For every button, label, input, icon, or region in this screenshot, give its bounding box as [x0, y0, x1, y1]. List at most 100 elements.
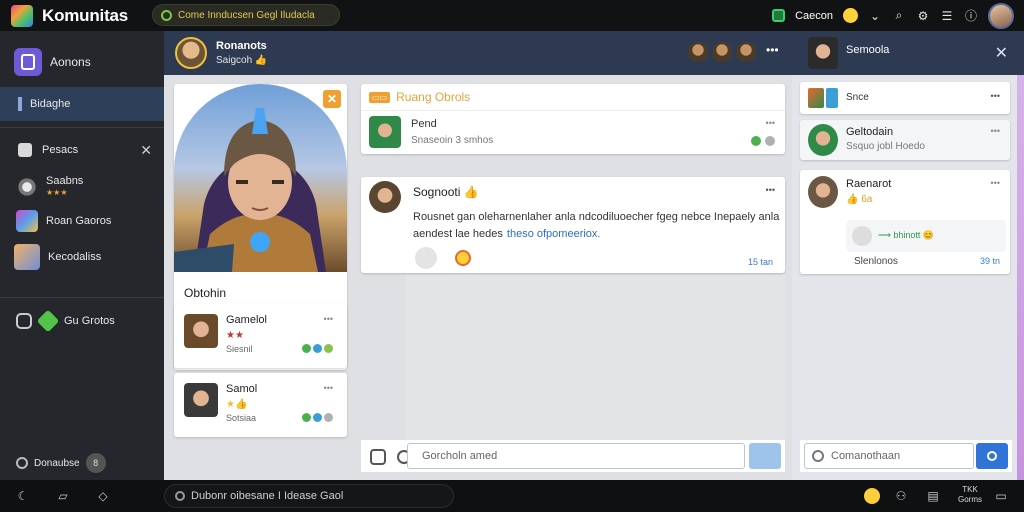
close-button[interactable]: ✕: [323, 90, 341, 108]
right-item[interactable]: Geltodain Ssquo jobl Hoedo •••: [800, 120, 1010, 160]
divider: [0, 297, 164, 298]
sidebar-item-saabns[interactable]: Saabns ★★★: [0, 171, 164, 203]
right-row-label: Snce: [846, 92, 869, 103]
sidebar-item-label: Roan Gaoros: [46, 215, 112, 227]
more-icon[interactable]: •••: [766, 185, 775, 195]
character-name: Samol: [226, 383, 258, 395]
chevron-down-icon[interactable]: ⌄: [868, 9, 882, 23]
right-item-sub: Ssquo jobl Hoedo: [846, 141, 925, 152]
attach-icon[interactable]: [370, 449, 386, 465]
sidebar-item-label: Gu Grotos: [64, 315, 115, 327]
search-icon: [175, 491, 185, 501]
right-item-badge: 👍 6a: [846, 194, 873, 205]
avatar[interactable]: [175, 37, 207, 69]
avatar: [808, 176, 838, 208]
sidebar-item-gu-grotos[interactable]: Gu Grotos: [0, 307, 164, 335]
more-icon[interactable]: •••: [324, 314, 333, 324]
more-icon[interactable]: •••: [991, 178, 1000, 188]
thread-area: [405, 275, 785, 440]
diamond-icon[interactable]: ◇: [96, 489, 110, 503]
leaf-icon: [36, 309, 60, 333]
emoji-icon[interactable]: [864, 488, 880, 504]
sidebar-footer[interactable]: Donaubse 8: [0, 451, 164, 475]
app-square-icon: [14, 48, 42, 76]
room-title: Ruang Obrols: [396, 90, 471, 104]
emoji-icon[interactable]: [843, 8, 858, 23]
member-avatar[interactable]: [736, 42, 756, 62]
send-button[interactable]: [976, 443, 1008, 469]
chat-icon: [18, 143, 32, 157]
folder-icon[interactable]: ▱: [56, 489, 70, 503]
close-icon[interactable]: ✕: [140, 142, 152, 159]
bottom-right-labels[interactable]: TKK Gorms: [958, 485, 982, 505]
moon-icon[interactable]: ☾: [16, 489, 30, 503]
camera-icon: [16, 313, 32, 329]
right-panel-header: Semoola ✕: [792, 31, 1024, 75]
sidebar-item-bidaghe[interactable]: Bidaghe: [0, 87, 164, 121]
info-icon[interactable]: ⓘ: [964, 9, 978, 23]
sidebar-header[interactable]: Aonons: [0, 47, 164, 77]
close-icon[interactable]: ✕: [995, 43, 1008, 63]
clipboard-icon[interactable]: ▤: [926, 489, 940, 503]
status-dot-icon: [313, 413, 322, 422]
profile-title: Obtohin: [184, 286, 227, 300]
character-card[interactable]: Gamelol ★★ Siesnil •••: [174, 304, 347, 368]
reply-count[interactable]: 15 tan: [748, 257, 773, 267]
message-input-placeholder: Gorcholn amed: [422, 450, 498, 462]
reply-text: ⟶ bhinott 😊: [878, 230, 935, 240]
sidebar-header-label: Aonons: [50, 55, 91, 69]
more-icon[interactable]: •••: [324, 383, 333, 393]
top-search-text: Come Innducsen Gegl Iludacla: [178, 9, 315, 21]
post-link[interactable]: theso ofpomeeriox.: [507, 228, 601, 240]
flag-icon: [18, 97, 22, 111]
character-card[interactable]: Samol ★👍 Sotsiaa •••: [174, 373, 347, 437]
status-label[interactable]: Caecon: [795, 10, 833, 22]
post-card: Sognooti 👍 ••• Rousnet gan oleharnenlahe…: [361, 177, 785, 273]
right-item-name: Raenarot: [846, 178, 892, 190]
reply-count[interactable]: 39 tn: [980, 256, 1000, 266]
gear-icon[interactable]: ⚙: [916, 9, 930, 23]
sidebar-item-pesacs[interactable]: Pesacs ✕: [0, 135, 164, 165]
game-icon: [808, 88, 824, 108]
right-item[interactable]: Raenarot 👍 6a ••• ⟶ bhinott 😊 Slenlonos …: [800, 170, 1010, 274]
sidebar-item-label: Pesacs: [42, 144, 79, 156]
list-icon[interactable]: ☰: [940, 9, 954, 23]
message-input[interactable]: Gorcholn amed: [407, 443, 745, 469]
status-dot-icon: [313, 344, 322, 353]
avatar[interactable]: [808, 37, 838, 69]
right-message-input[interactable]: Comanothaan: [804, 443, 974, 469]
avatar[interactable]: [369, 181, 401, 213]
right-row[interactable]: Snce •••: [800, 82, 1010, 114]
more-icon[interactable]: •••: [766, 43, 779, 57]
room-badge: ▭▭: [369, 91, 391, 103]
reaction-icon[interactable]: [415, 247, 437, 269]
people-icon[interactable]: ⚇: [894, 489, 908, 503]
list-item: Samol ★👍 Sotsiaa •••: [184, 379, 339, 429]
count-badge: 8: [85, 453, 106, 473]
emoji-icon[interactable]: [455, 250, 471, 266]
avatar[interactable]: [988, 2, 1014, 29]
more-icon[interactable]: •••: [766, 118, 775, 128]
avatar: [808, 124, 838, 156]
chat-header-status: Saigcoh 👍: [216, 55, 268, 66]
room-card-header: ▭▭ Ruang Obrols: [369, 90, 470, 104]
room-card[interactable]: ▭▭ Ruang Obrols Pend Snaseoin 3 smhos ••…: [361, 84, 785, 154]
check-icon: [765, 136, 775, 146]
sidebar-item-roan-gaoros[interactable]: Roan Gaoros: [0, 207, 164, 235]
member-avatar[interactable]: [712, 42, 732, 62]
chat-header: Ronanots Saigcoh 👍 •••: [164, 31, 792, 75]
armored-hero-illustration: [174, 108, 326, 272]
avatar: [369, 116, 401, 148]
send-button[interactable]: [749, 443, 781, 469]
top-search-bar[interactable]: Come Innducsen Gegl Iludacla: [152, 4, 340, 26]
rating-stars: ★👍: [226, 399, 248, 410]
member-avatar[interactable]: [688, 42, 708, 62]
status-dot-icon: [302, 344, 311, 353]
more-icon[interactable]: •••: [991, 126, 1000, 136]
sidebar-item-kecodaliss[interactable]: Kecodaliss: [0, 243, 164, 271]
rating-stars: ★★★: [46, 188, 68, 197]
bottom-search-bar[interactable]: Dubonr oibesane I Idease Gaol: [164, 484, 454, 508]
message-icon[interactable]: ▭: [994, 489, 1008, 503]
more-icon[interactable]: •••: [991, 91, 1000, 101]
search-icon[interactable]: ⌕: [892, 8, 906, 23]
